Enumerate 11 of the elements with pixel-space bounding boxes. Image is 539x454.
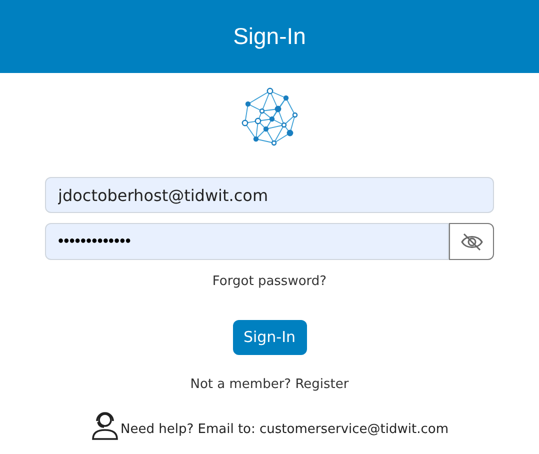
- page-title: Sign-In: [233, 22, 306, 52]
- eye-slash-icon: [460, 232, 482, 250]
- forgot-password-link[interactable]: Forgot password?: [212, 272, 327, 292]
- show-password-button[interactable]: [449, 223, 494, 260]
- email-field[interactable]: jdoctoberhost@tidwit.com: [45, 177, 494, 213]
- register-text: Not a member? Register: [190, 376, 349, 394]
- support-agent-icon: [90, 410, 118, 440]
- network-logo-icon: [240, 87, 300, 147]
- help-text: Need help? Email to: customerservice@tidwit.com: [120, 420, 448, 438]
- password-field[interactable]: •••••••••••••: [45, 223, 449, 260]
- sign-in-button[interactable]: Sign-In: [232, 320, 306, 354]
